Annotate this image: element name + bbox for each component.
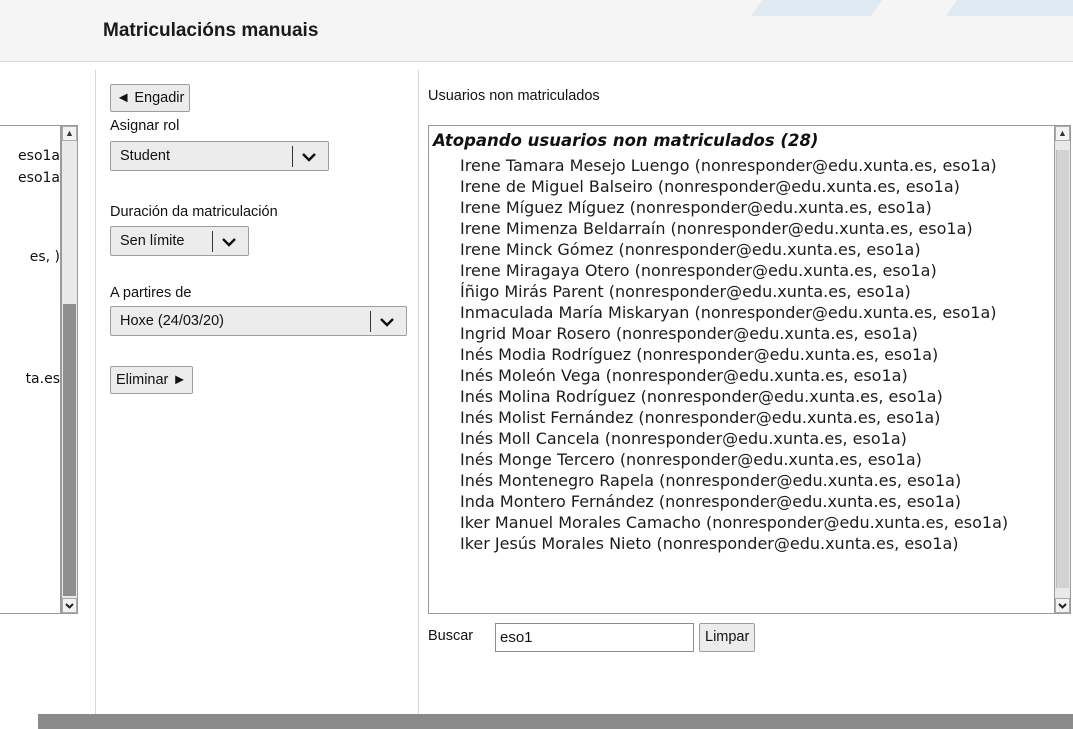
list-item[interactable]: es, ): [30, 249, 60, 265]
chevron-down-icon: [302, 153, 316, 162]
page-header: Matriculacións manuais: [0, 0, 1073, 62]
duration-value: Sen límite: [120, 233, 185, 249]
remove-button[interactable]: Eliminar ►: [110, 366, 193, 394]
list-item[interactable]: Inés Modia Rodríguez (nonresponder@edu.x…: [460, 345, 938, 364]
duration-label: Duración da matriculación: [110, 204, 278, 220]
list-item[interactable]: ta.es: [26, 371, 60, 387]
column-divider: [95, 70, 96, 714]
list-item[interactable]: Inés Moll Cancela (nonresponder@edu.xunt…: [460, 429, 907, 448]
list-item[interactable]: Íñigo Mirás Parent (nonresponder@edu.xun…: [460, 282, 911, 301]
role-select[interactable]: Student: [110, 141, 329, 171]
add-button[interactable]: ◄ Engadir: [110, 84, 191, 112]
scroll-up-icon[interactable]: ▲: [62, 126, 77, 141]
list-item[interactable]: Irene Miragaya Otero (nonresponder@edu.x…: [460, 261, 937, 280]
header-decoration: [945, 0, 1073, 16]
list-item[interactable]: eso1a: [18, 148, 60, 164]
list-item[interactable]: Iker Manuel Morales Camacho (nonresponde…: [460, 513, 1008, 532]
duration-select[interactable]: Sen límite: [110, 226, 249, 256]
scrollbar-thumb[interactable]: [63, 304, 76, 596]
list-item[interactable]: Inda Montero Fernández (nonresponder@edu…: [460, 492, 961, 511]
list-item[interactable]: Irene Míguez Míguez (nonresponder@edu.xu…: [460, 198, 932, 217]
scroll-down-icon[interactable]: [1055, 598, 1070, 613]
search-label: Buscar: [428, 628, 474, 644]
enrolled-list-scrollbar[interactable]: ▲: [61, 125, 78, 614]
search-input[interactable]: [495, 623, 694, 652]
list-item[interactable]: Inés Molist Fernández (nonresponder@edu.…: [460, 408, 940, 427]
list-item[interactable]: Ingrid Moar Rosero (nonresponder@edu.xun…: [460, 324, 918, 343]
bottom-bar: [38, 714, 1073, 729]
list-item[interactable]: Inés Molina Rodríguez (nonresponder@edu.…: [460, 387, 943, 406]
column-divider: [418, 70, 419, 714]
list-item[interactable]: Iker Jesús Morales Nieto (nonresponder@e…: [460, 534, 959, 553]
list-item[interactable]: Inés Moleón Vega (nonresponder@edu.xunta…: [460, 366, 908, 385]
list-item[interactable]: Inés Montenegro Rapela (nonresponder@edu…: [460, 471, 961, 490]
list-item[interactable]: Irene Minck Gómez (nonresponder@edu.xunt…: [460, 240, 921, 259]
header-decoration: [750, 0, 890, 16]
scrollbar-thumb[interactable]: [1056, 150, 1069, 588]
scroll-down-icon[interactable]: [62, 598, 77, 613]
start-date-select[interactable]: Hoxe (24/03/20): [110, 306, 407, 336]
list-item[interactable]: Irene Mimenza Beldarraín (nonresponder@e…: [460, 219, 973, 238]
list-item[interactable]: Irene Tamara Mesejo Luengo (nonresponder…: [460, 156, 997, 175]
not-enrolled-list-scrollbar[interactable]: ▲: [1054, 125, 1071, 614]
not-enrolled-heading: Usuarios non matriculados: [428, 88, 600, 104]
optgroup-label: Atopando usuarios non matriculados (28): [433, 131, 819, 150]
list-item[interactable]: Inmaculada María Miskaryan (nonresponder…: [460, 303, 997, 322]
chevron-down-icon: [222, 238, 236, 247]
not-enrolled-users-list[interactable]: Atopando usuarios non matriculados (28) …: [428, 125, 1054, 614]
start-date-value: Hoxe (24/03/20): [120, 313, 224, 329]
assign-role-label: Asignar rol: [110, 118, 180, 134]
chevron-down-icon: [380, 318, 394, 327]
list-item[interactable]: Inés Monge Tercero (nonresponder@edu.xun…: [460, 450, 922, 469]
enrolled-users-list[interactable]: eso1a eso1a es, ) ta.es: [0, 125, 61, 614]
role-value: Student: [120, 148, 170, 164]
list-item[interactable]: Irene de Miguel Balseiro (nonresponder@e…: [460, 177, 960, 196]
page-title: Matriculacións manuais: [103, 20, 319, 41]
start-date-label: A partires de: [110, 285, 192, 301]
clear-button[interactable]: Limpar: [699, 623, 756, 652]
scroll-up-icon[interactable]: ▲: [1055, 126, 1070, 141]
list-item[interactable]: eso1a: [18, 170, 60, 186]
